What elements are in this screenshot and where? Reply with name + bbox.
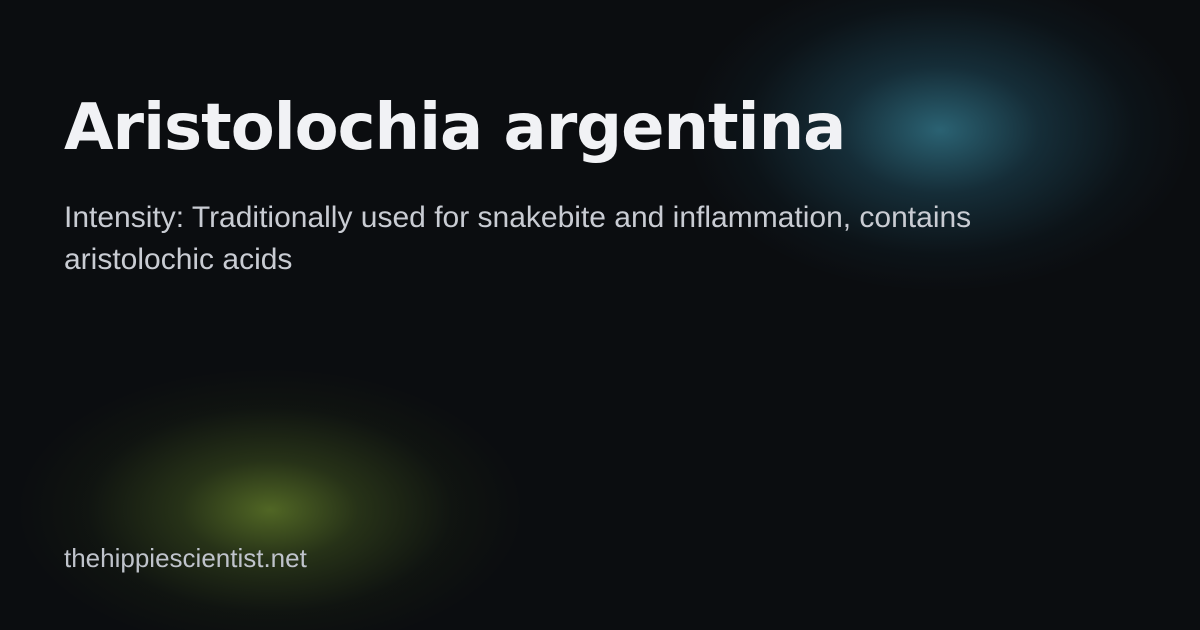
page-title: Aristolochia argentina	[64, 91, 846, 165]
green-glow-decoration	[20, 370, 520, 630]
site-domain: thehippiescientist.net	[64, 543, 307, 573]
share-card: Aristolochia argentina Intensity: Tradit…	[0, 0, 1200, 630]
intensity-description: Intensity: Traditionally used for snakeb…	[64, 201, 972, 276]
